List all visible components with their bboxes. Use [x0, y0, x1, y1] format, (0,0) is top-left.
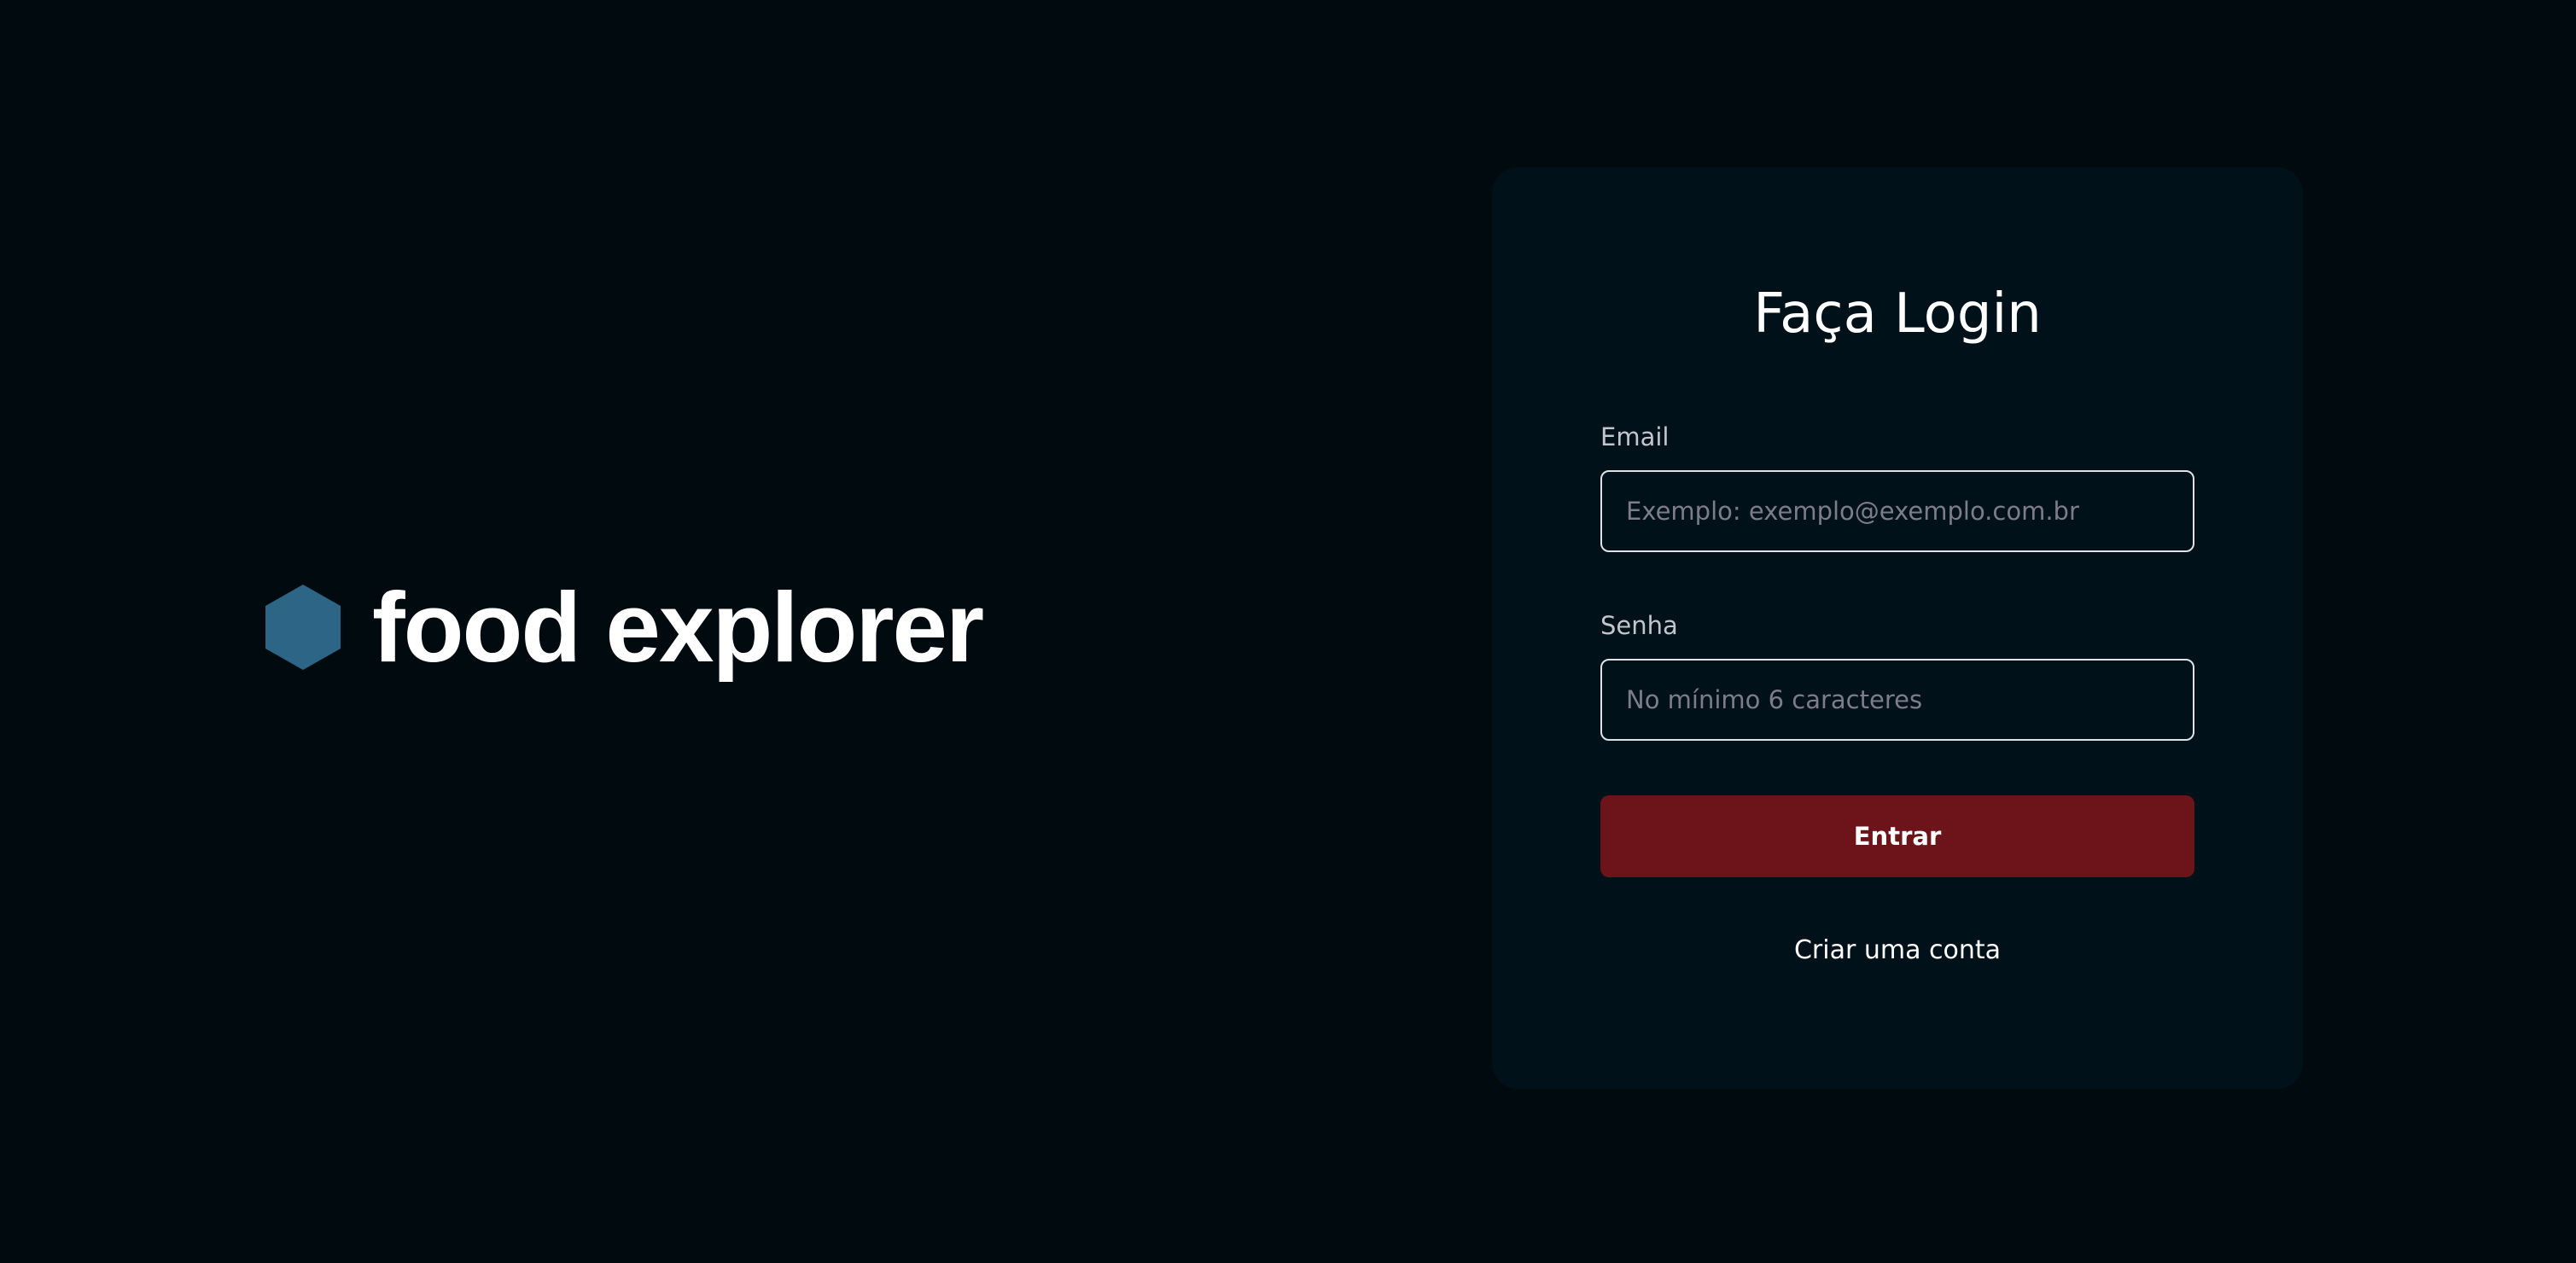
- login-button[interactable]: Entrar: [1600, 795, 2194, 877]
- email-field[interactable]: [1600, 470, 2194, 552]
- create-account-link[interactable]: Criar uma conta: [1492, 935, 2303, 965]
- password-label: Senha: [1600, 611, 1678, 640]
- brand-name: food explorer: [372, 572, 984, 683]
- brand-logo: food explorer: [265, 563, 984, 691]
- login-page: food explorer Faça Login Email Senha Ent…: [0, 0, 2576, 1263]
- password-field[interactable]: [1600, 659, 2194, 741]
- page-title: Faça Login: [1753, 282, 2042, 346]
- login-card: Faça Login Email Senha Entrar Criar uma …: [1492, 167, 2303, 1089]
- hexagon-icon: [265, 585, 341, 670]
- email-label: Email: [1600, 422, 1670, 451]
